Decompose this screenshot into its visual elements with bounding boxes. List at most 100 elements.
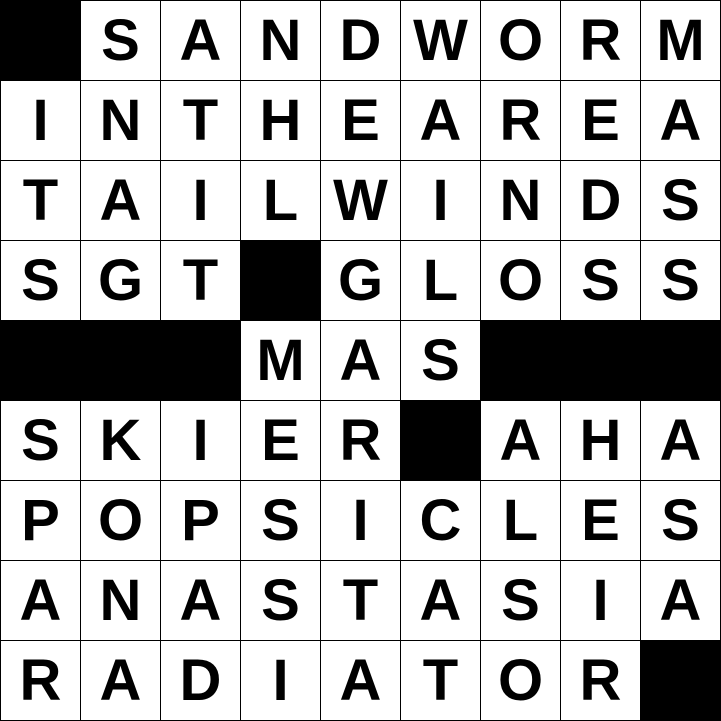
cell-letter: S (421, 327, 460, 393)
cell-letter: O (497, 647, 544, 713)
grid-cell[interactable]: A (321, 321, 400, 400)
crossword-grid: SANDWORMINTHEAREATAILWINDSSGTGLOSSMASSKI… (0, 0, 721, 721)
grid-cell[interactable]: N (241, 1, 320, 80)
grid-cell[interactable]: L (401, 241, 480, 320)
grid-cell[interactable]: L (481, 481, 560, 560)
block-cell (1, 1, 80, 80)
grid-cell[interactable]: C (401, 481, 480, 560)
grid-cell[interactable]: A (481, 401, 560, 480)
cell-letter: M (256, 327, 305, 393)
grid-cell[interactable]: A (401, 561, 480, 640)
cell-letter: N (99, 567, 142, 633)
grid-cell[interactable]: S (241, 481, 320, 560)
cell-letter: D (339, 7, 382, 73)
grid-cell[interactable]: I (561, 561, 640, 640)
cell-letter: T (182, 87, 219, 153)
cell-letter: T (342, 567, 379, 633)
cell-letter: G (97, 247, 144, 313)
grid-cell[interactable]: R (321, 401, 400, 480)
grid-cell[interactable]: I (321, 481, 400, 560)
grid-cell[interactable]: A (81, 641, 160, 720)
grid-cell[interactable]: A (641, 81, 720, 160)
grid-cell[interactable]: R (1, 641, 80, 720)
grid-cell[interactable]: T (161, 81, 240, 160)
grid-cell[interactable]: S (641, 481, 720, 560)
cell-letter: M (656, 7, 705, 73)
cell-letter: I (272, 647, 289, 713)
grid-cell[interactable]: A (81, 161, 160, 240)
block-cell (641, 321, 720, 400)
grid-cell[interactable]: E (561, 81, 640, 160)
grid-cell[interactable]: H (561, 401, 640, 480)
grid-cell[interactable]: I (161, 161, 240, 240)
grid-cell[interactable]: E (241, 401, 320, 480)
grid-cell[interactable]: O (481, 1, 560, 80)
cell-letter: E (261, 407, 300, 473)
grid-cell[interactable]: O (481, 641, 560, 720)
cell-letter: N (99, 87, 142, 153)
grid-cell[interactable]: S (241, 561, 320, 640)
grid-cell[interactable]: H (241, 81, 320, 160)
cell-letter: N (259, 7, 302, 73)
grid-cell[interactable]: S (81, 1, 160, 80)
grid-cell[interactable]: A (401, 81, 480, 160)
grid-cell[interactable]: A (641, 561, 720, 640)
cell-letter: C (419, 487, 462, 553)
grid-cell[interactable]: A (641, 401, 720, 480)
grid-cell[interactable]: I (1, 81, 80, 160)
grid-cell[interactable]: T (321, 561, 400, 640)
block-cell (561, 321, 640, 400)
grid-cell[interactable]: P (161, 481, 240, 560)
grid-cell[interactable]: N (481, 161, 560, 240)
cell-letter: A (339, 327, 382, 393)
cell-letter: T (182, 247, 219, 313)
cell-letter: R (19, 647, 62, 713)
grid-cell[interactable]: S (561, 241, 640, 320)
grid-cell[interactable]: K (81, 401, 160, 480)
grid-cell[interactable]: W (321, 161, 400, 240)
grid-cell[interactable]: D (321, 1, 400, 80)
grid-cell[interactable]: G (321, 241, 400, 320)
grid-cell[interactable]: R (481, 81, 560, 160)
cell-letter: O (497, 247, 544, 313)
grid-cell[interactable]: I (161, 401, 240, 480)
cell-letter: W (333, 167, 388, 233)
grid-cell[interactable]: R (561, 1, 640, 80)
grid-cell[interactable]: A (1, 561, 80, 640)
grid-cell[interactable]: D (161, 641, 240, 720)
block-cell (81, 321, 160, 400)
grid-cell[interactable]: M (641, 1, 720, 80)
grid-cell[interactable]: N (81, 561, 160, 640)
cell-letter: E (341, 87, 380, 153)
grid-cell[interactable]: D (561, 161, 640, 240)
grid-cell[interactable]: A (321, 641, 400, 720)
grid-cell[interactable]: P (1, 481, 80, 560)
cell-letter: E (581, 87, 620, 153)
grid-cell[interactable]: S (481, 561, 560, 640)
grid-cell[interactable]: I (241, 641, 320, 720)
grid-cell[interactable]: T (161, 241, 240, 320)
grid-cell[interactable]: S (401, 321, 480, 400)
grid-cell[interactable]: M (241, 321, 320, 400)
cell-letter: O (497, 7, 544, 73)
cell-letter: P (181, 487, 220, 553)
grid-cell[interactable]: T (401, 641, 480, 720)
grid-cell[interactable]: I (401, 161, 480, 240)
grid-cell[interactable]: G (81, 241, 160, 320)
grid-cell[interactable]: S (1, 241, 80, 320)
grid-cell[interactable]: E (321, 81, 400, 160)
grid-cell[interactable]: S (641, 161, 720, 240)
grid-cell[interactable]: S (641, 241, 720, 320)
grid-cell[interactable]: R (561, 641, 640, 720)
grid-cell[interactable]: T (1, 161, 80, 240)
grid-cell[interactable]: A (161, 1, 240, 80)
grid-cell[interactable]: L (241, 161, 320, 240)
cell-letter: H (579, 407, 622, 473)
grid-cell[interactable]: S (1, 401, 80, 480)
grid-cell[interactable]: N (81, 81, 160, 160)
grid-cell[interactable]: E (561, 481, 640, 560)
grid-cell[interactable]: A (161, 561, 240, 640)
grid-cell[interactable]: O (81, 481, 160, 560)
grid-cell[interactable]: O (481, 241, 560, 320)
grid-cell[interactable]: W (401, 1, 480, 80)
